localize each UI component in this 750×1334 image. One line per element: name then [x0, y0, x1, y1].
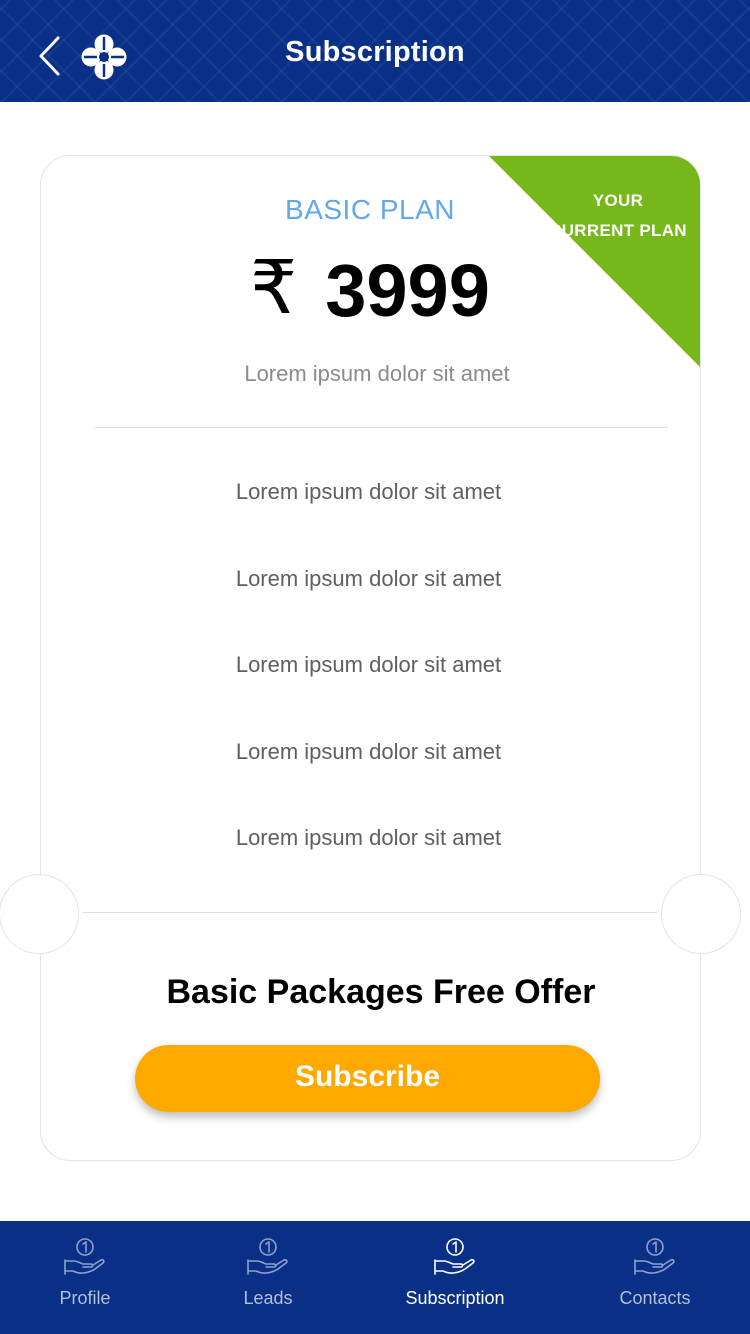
- plan-name: BASIC PLAN: [285, 194, 455, 225]
- page-title: Subscription: [285, 36, 465, 68]
- divider: [83, 912, 657, 913]
- subscribe-button[interactable]: Subscribe: [135, 1045, 600, 1112]
- nav-item-profile[interactable]: Profile: [5, 1221, 165, 1334]
- feature-item: Lorem ipsum dolor sit amet: [235, 565, 502, 591]
- bottom-nav: Profile Leads Subscription Contacts: [0, 1221, 750, 1334]
- offer-title: Basic Packages Free Offer: [166, 973, 596, 1011]
- hand-coin-icon: [64, 1238, 105, 1275]
- nav-item-contacts[interactable]: Contacts: [575, 1221, 735, 1334]
- feature-item: Lorem ipsum dolor sit amet: [235, 479, 502, 504]
- rupee-icon: ₹: [250, 246, 298, 329]
- nav-item-subscription[interactable]: Subscription: [375, 1221, 535, 1334]
- price-value: 3999: [325, 249, 490, 332]
- nav-label: Profile: [59, 1288, 111, 1308]
- plan-subtitle: Lorem ipsum dolor sit amet: [244, 361, 510, 386]
- hand-coin-icon: [434, 1238, 475, 1275]
- plan-price: ₹3999: [41, 246, 699, 334]
- plan-card: YOUR CURRENT PLAN BASIC PLAN ₹3999 Lorem…: [40, 155, 701, 1161]
- card-notch-left: [0, 874, 79, 954]
- hand-coin-icon: [247, 1238, 288, 1275]
- feature-item: Lorem ipsum dolor sit amet: [235, 652, 502, 677]
- app-header: Subscription: [0, 0, 750, 102]
- nav-item-leads[interactable]: Leads: [188, 1221, 348, 1334]
- divider: [95, 427, 668, 428]
- feature-item: Lorem ipsum dolor sit amet: [235, 825, 502, 850]
- feature-item: Lorem ipsum dolor sit amet: [235, 738, 502, 764]
- nav-label: Subscription: [405, 1288, 505, 1308]
- feature-list: Lorem ipsum dolor sit amet Lorem ipsum d…: [41, 479, 696, 912]
- hand-coin-icon: [634, 1238, 675, 1275]
- nav-label: Contacts: [619, 1288, 691, 1308]
- nav-label: Leads: [243, 1288, 293, 1308]
- card-notch-right: [661, 874, 741, 954]
